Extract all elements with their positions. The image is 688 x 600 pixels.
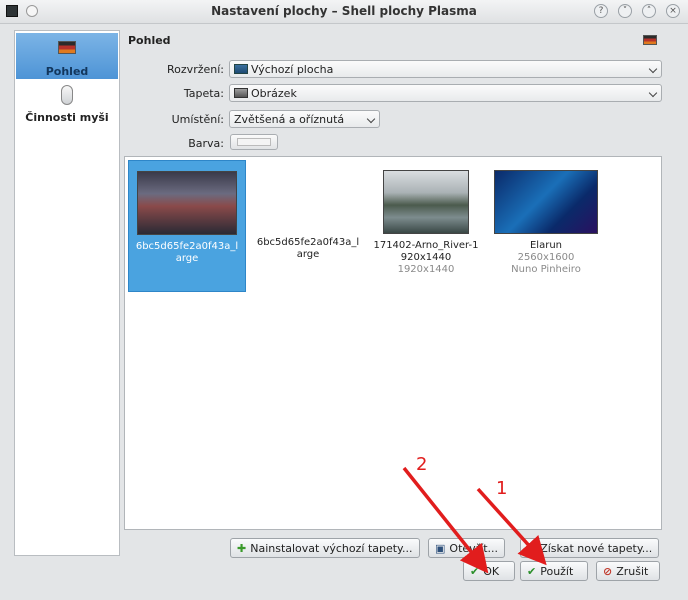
- settings-window: Nastavení plochy – Shell plochy Plasma ?…: [0, 0, 688, 600]
- annotation-number-two: 2: [416, 454, 428, 475]
- annotation-arrows: [402, 466, 547, 574]
- arrow-one: [476, 487, 547, 566]
- annotation-number-one: 1: [496, 478, 508, 499]
- arrow-two: [402, 466, 489, 574]
